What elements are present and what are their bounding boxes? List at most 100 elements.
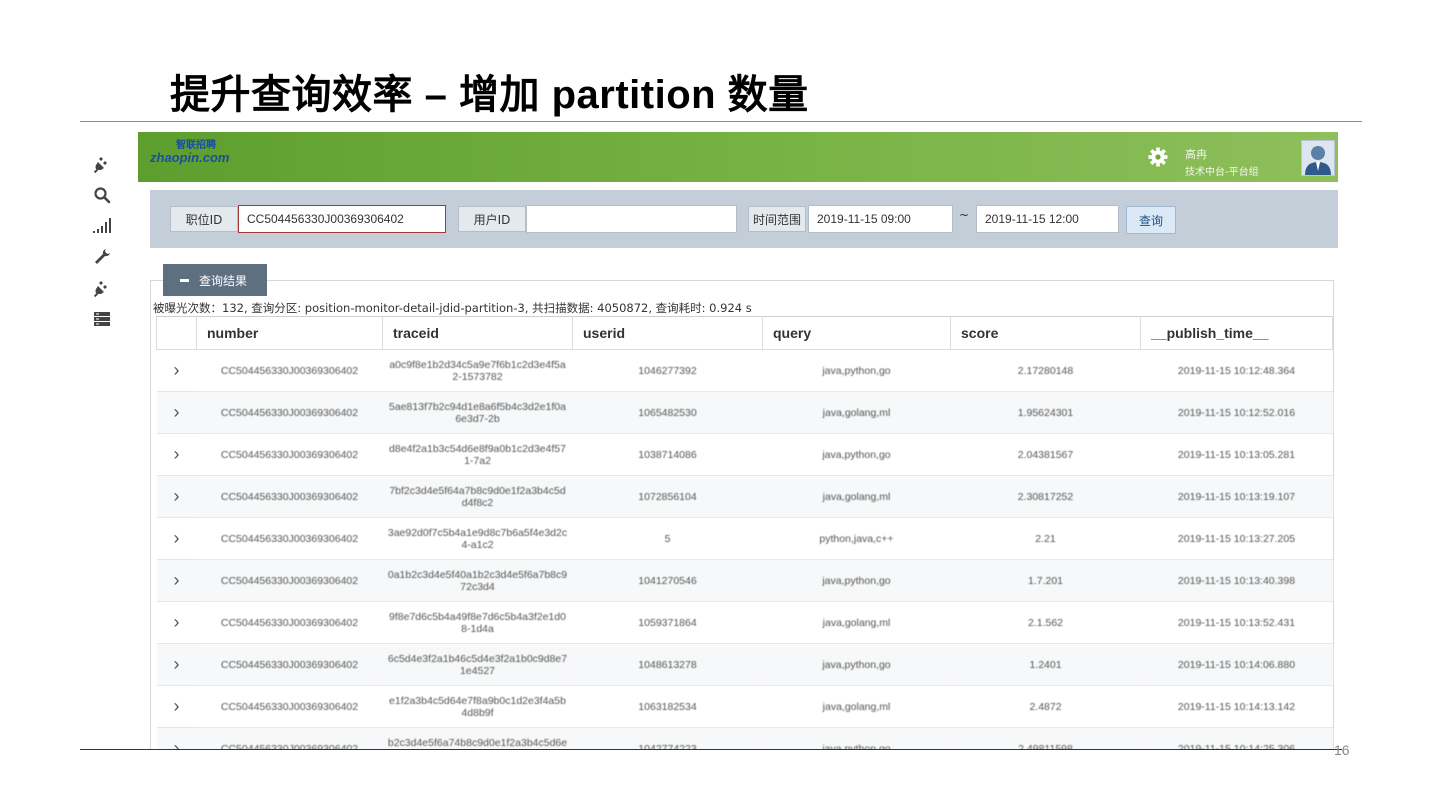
column-header-query[interactable]: query [762, 316, 951, 350]
gear-icon[interactable] [1147, 146, 1169, 168]
table-row[interactable]: › CC504456330J00369306402 7bf2c3d4e5f64a… [156, 475, 1333, 518]
brand-logo-cn: 智联招聘 [176, 140, 216, 151]
query-button[interactable]: 查询 [1126, 206, 1176, 234]
cell-userid: 1063182534 [572, 685, 763, 728]
cell-traceid: 9f8e7d6c5b4a49f8e7d6c5b4a3f2e1d0 8-1d4a [382, 601, 573, 644]
title-divider [80, 121, 1362, 122]
cell-traceid: d8e4f2a1b3c54d6e8f9a0b1c2d3e4f57 1-7a2 [382, 433, 573, 476]
expand-chevron-icon[interactable]: › [156, 517, 197, 560]
column-header-traceid[interactable]: traceid [382, 316, 573, 350]
cell-query: java,golang,ml [762, 475, 951, 518]
table-row[interactable]: › CC504456330J00369306402 9f8e7d6c5b4a49… [156, 601, 1333, 644]
table-row[interactable]: › CC504456330J00369306402 d8e4f2a1b3c54d… [156, 433, 1333, 476]
avatar[interactable] [1301, 140, 1335, 176]
cell-userid: 5 [572, 517, 763, 560]
table-row[interactable]: › CC504456330J00369306402 b2c3d4e5f6a74b… [156, 727, 1333, 749]
time-start-input[interactable]: 2019-11-15 09:00 [808, 205, 953, 233]
collapse-results-label: 查询结果 [199, 273, 248, 288]
cell-number: CC504456330J00369306402 [196, 727, 383, 749]
cell-number: CC504456330J00369306402 [196, 643, 383, 686]
column-header-publish-time[interactable]: __publish_time__ [1140, 316, 1333, 350]
expand-chevron-icon[interactable]: › [156, 475, 197, 518]
minus-icon [180, 278, 189, 282]
cell-query: java,golang,ml [762, 601, 951, 644]
app-header: 智联招聘 zhaopin.com 高冉 技术中台-平台组 [138, 132, 1338, 182]
user-department: 技术中台-平台组 [1185, 167, 1259, 178]
cell-publish-time: 2019-11-15 10:13:52.431 [1140, 601, 1333, 644]
cell-userid: 1059371864 [572, 601, 763, 644]
table-row[interactable]: › CC504456330J00369306402 e1f2a3b4c5d64e… [156, 685, 1333, 728]
cell-score: 2.49811598 [950, 727, 1141, 749]
app-screenshot: 智联招聘 zhaopin.com 高冉 技术中台-平台组 职位ID CC5044… [138, 132, 1338, 749]
plug-icon[interactable] [88, 148, 116, 179]
expand-chevron-icon[interactable]: › [156, 391, 197, 434]
cell-query: python,java,c++ [762, 517, 951, 560]
brand-logo[interactable]: 智联招聘 zhaopin.com [150, 140, 229, 165]
cell-number: CC504456330J00369306402 [196, 475, 383, 518]
cell-traceid: 0a1b2c3d4e5f40a1b2c3d4e5f6a7b8c9 72c3d4 [382, 559, 573, 602]
expand-chevron-icon[interactable]: › [156, 433, 197, 476]
column-header-score[interactable]: score [950, 316, 1141, 350]
cell-publish-time: 2019-11-15 10:13:19.107 [1140, 475, 1333, 518]
time-separator: ~ [959, 208, 970, 222]
cell-query: java,python,go [762, 559, 951, 602]
cell-publish-time: 2019-11-15 10:12:48.364 [1140, 349, 1333, 392]
cell-traceid: 7bf2c3d4e5f64a7b8c9d0e1f2a3b4c5d d4f8c2 [382, 475, 573, 518]
footer-divider [80, 749, 1342, 750]
cell-number: CC504456330J00369306402 [196, 685, 383, 728]
cell-userid: 1065482530 [572, 391, 763, 434]
filter-bar: 职位ID CC504456330J00369306402 用户ID 时间范围 2… [150, 190, 1338, 248]
cell-userid: 1046277392 [572, 349, 763, 392]
expand-chevron-icon[interactable]: › [156, 727, 197, 749]
search-icon[interactable] [88, 179, 116, 210]
cell-score: 2.04381567 [950, 433, 1141, 476]
user-name[interactable]: 高冉 [1185, 146, 1207, 162]
cell-traceid: e1f2a3b4c5d64e7f8a9b0c1d2e3f4a5b 4d8b9f [382, 685, 573, 728]
user-id-input[interactable] [526, 205, 737, 233]
expand-chevron-icon[interactable]: › [156, 643, 197, 686]
user-id-label: 用户ID [458, 206, 526, 232]
cell-traceid: b2c3d4e5f6a74b8c9d0e1f2a3b4c5d6e 2b-4312 [382, 727, 573, 749]
cell-number: CC504456330J00369306402 [196, 433, 383, 476]
server-list-icon[interactable] [88, 303, 116, 334]
cell-userid: 1042774223 [572, 727, 763, 749]
expand-chevron-icon[interactable]: › [156, 559, 197, 602]
table-header-row: number traceid userid query score __publ… [156, 316, 1333, 350]
cell-score: 2.4872 [950, 685, 1141, 728]
position-id-input[interactable]: CC504456330J00369306402 [238, 205, 446, 233]
expand-chevron-icon[interactable]: › [156, 601, 197, 644]
table-row[interactable]: › CC504456330J00369306402 5ae813f7b2c94d… [156, 391, 1333, 434]
cell-publish-time: 2019-11-15 10:14:25.306 [1140, 727, 1333, 749]
cell-query: java,python,go [762, 727, 951, 749]
side-toolbar [88, 148, 116, 334]
expand-chevron-icon[interactable]: › [156, 349, 197, 392]
cell-query: java,python,go [762, 643, 951, 686]
cell-score: 2.30817252 [950, 475, 1141, 518]
cell-number: CC504456330J00369306402 [196, 517, 383, 560]
cell-score: 1.2401 [950, 643, 1141, 686]
cell-publish-time: 2019-11-15 10:13:40.398 [1140, 559, 1333, 602]
cell-query: java,python,go [762, 349, 951, 392]
collapse-results-button[interactable]: 查询结果 [163, 264, 267, 296]
table-row[interactable]: › CC504456330J00369306402 3ae92d0f7c5b4a… [156, 517, 1333, 560]
column-header-expand [156, 316, 197, 350]
expand-chevron-icon[interactable]: › [156, 685, 197, 728]
column-header-userid[interactable]: userid [572, 316, 763, 350]
results-table: number traceid userid query score __publ… [156, 316, 1333, 749]
signal-bars-icon[interactable] [88, 210, 116, 241]
cell-number: CC504456330J00369306402 [196, 391, 383, 434]
plug-icon[interactable] [88, 272, 116, 303]
cell-number: CC504456330J00369306402 [196, 601, 383, 644]
cell-score: 2.21 [950, 517, 1141, 560]
brand-logo-text: zhaopin.com [150, 150, 230, 165]
column-header-number[interactable]: number [196, 316, 383, 350]
table-row[interactable]: › CC504456330J00369306402 a0c9f8e1b2d34c… [156, 349, 1333, 392]
cell-publish-time: 2019-11-15 10:13:27.205 [1140, 517, 1333, 560]
cell-traceid: 6c5d4e3f2a1b46c5d4e3f2a1b0c9d8e7 1e4527 [382, 643, 573, 686]
cell-publish-time: 2019-11-15 10:14:06.880 [1140, 643, 1333, 686]
table-row[interactable]: › CC504456330J00369306402 6c5d4e3f2a1b46… [156, 643, 1333, 686]
cell-score: 2.1.562 [950, 601, 1141, 644]
time-end-input[interactable]: 2019-11-15 12:00 [976, 205, 1119, 233]
table-row[interactable]: › CC504456330J00369306402 0a1b2c3d4e5f40… [156, 559, 1333, 602]
wrench-icon[interactable] [88, 241, 116, 272]
